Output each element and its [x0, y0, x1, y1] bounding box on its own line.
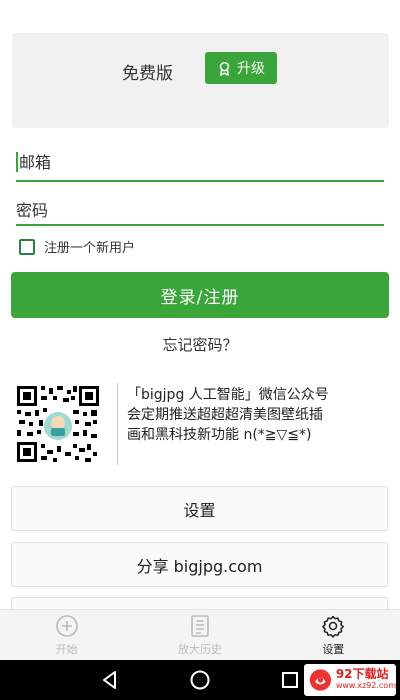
award-icon: [219, 61, 230, 76]
register-checkbox-label: 注册一个新用户: [44, 241, 136, 256]
bottom-nav: 开始 放大历史 设置: [0, 609, 400, 661]
email-field-wrapper: [16, 148, 387, 182]
history-list-icon: [191, 615, 209, 637]
promo-text: 「bigjpg 人工智能」微信公众号 会定期推送超超超清美图壁纸插 画和黑科技新…: [127, 385, 389, 445]
upgrade-button[interactable]: 升级: [205, 52, 277, 84]
plan-card: 免费版 升级: [12, 33, 389, 128]
nav-item-settings[interactable]: 设置: [267, 610, 400, 661]
gear-icon: [322, 615, 345, 638]
promo-line-1: 「bigjpg 人工智能」微信公众号: [127, 387, 329, 403]
plan-label: 免费版: [122, 64, 173, 84]
password-field[interactable]: [16, 198, 384, 222]
forgot-password-link[interactable]: 忘记密码？: [0, 334, 400, 355]
nav-item-label: 设置: [322, 643, 345, 656]
promo-line-2: 会定期推送超超超清美图壁纸插: [127, 407, 323, 423]
password-field-wrapper: [16, 198, 384, 226]
site-watermark: 92下载站 www.xz92.com: [304, 664, 396, 696]
promo-line-3: 画和黑科技新功能 n(*≧▽≦*): [127, 427, 312, 443]
nav-item-label: 开始: [55, 643, 78, 656]
nav-item-label: 放大历史: [177, 643, 222, 656]
qr-code-icon: [17, 386, 99, 462]
login-register-button[interactable]: 登录/注册: [11, 272, 389, 318]
upgrade-label: 升级: [237, 61, 265, 77]
register-checkbox-row[interactable]: 注册一个新用户: [19, 237, 135, 256]
watermark-title: 92下载站: [335, 667, 389, 681]
register-checkbox[interactable]: [19, 238, 35, 255]
back-icon[interactable]: [98, 668, 122, 692]
promo-divider: [117, 383, 118, 465]
email-field[interactable]: [16, 148, 387, 176]
recents-icon[interactable]: [278, 668, 302, 692]
settings-button[interactable]: 设置: [11, 486, 388, 531]
watermark-logo-icon: [309, 669, 332, 691]
home-icon[interactable]: [188, 668, 212, 692]
text-caret: [16, 152, 18, 172]
nav-item-history[interactable]: 放大历史: [133, 610, 266, 661]
watermark-subtitle: www.xz92.com: [335, 681, 396, 690]
nav-item-start[interactable]: 开始: [0, 610, 133, 661]
plus-circle-icon: [55, 615, 78, 637]
share-button[interactable]: 分享 bigjpg.com: [11, 542, 388, 587]
